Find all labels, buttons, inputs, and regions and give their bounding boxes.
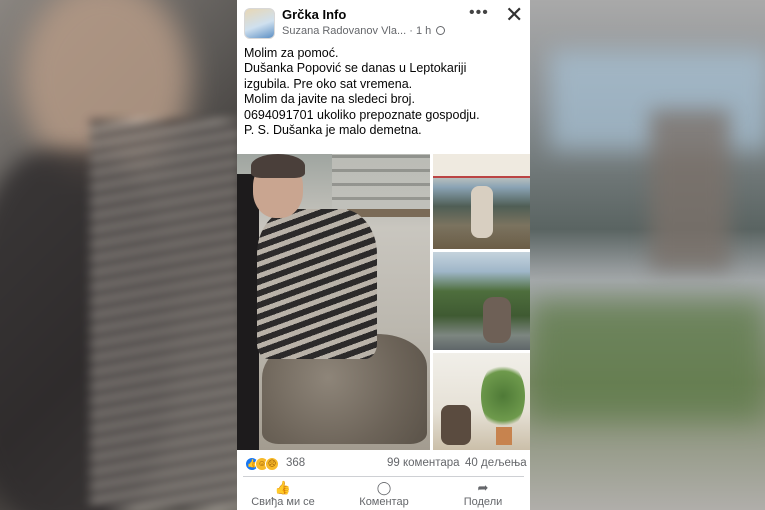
post-text-line: Molim za pomoć. [244, 46, 339, 60]
share-button-label: Подели [463, 496, 503, 508]
page-name[interactable]: Grčka Info [282, 7, 346, 22]
photo-main[interactable] [237, 154, 430, 450]
photo-thumb-1[interactable] [433, 154, 530, 249]
shares-count[interactable]: 40 дељења [465, 457, 527, 469]
close-icon[interactable]: ✕ [505, 2, 523, 28]
blurred-background-right [530, 0, 765, 510]
post-stats: 👍 ☺ ☹ 368 99 коментара 40 дељења [237, 450, 530, 476]
post-text-line: izgubila. Pre oko sat vremena. [244, 76, 413, 91]
comment-button-label: Коментар [359, 496, 409, 508]
post-meta: Suzana Radovanov Vla... · 1 h [282, 25, 472, 37]
thumb-up-icon: 👍 [274, 480, 292, 495]
comment-button[interactable]: ◯ Коментар [344, 480, 424, 508]
post-text-line: 0694091701 ukoliko prepoznate gospodju. [244, 107, 480, 122]
post-text: Molim za pomoć. Dušanka Popović se danas… [244, 46, 527, 138]
blurred-background-left [0, 0, 237, 510]
photo-thumb-3[interactable] [433, 353, 530, 450]
share-button[interactable]: ➦ Подели [443, 480, 523, 508]
reactions-count[interactable]: 368 [286, 457, 305, 469]
post-header: Grčka Info Suzana Radovanov Vla... · 1 h… [237, 0, 530, 40]
author-name[interactable]: Suzana Radovanov Vla... [282, 25, 406, 37]
sad-reaction-icon: ☹ [265, 457, 279, 471]
facebook-post: Grčka Info Suzana Radovanov Vla... · 1 h… [237, 0, 530, 510]
post-text-line: P. S. Dušanka je malo demetna. [244, 123, 422, 138]
photo-thumb-2[interactable] [433, 252, 530, 350]
globe-icon [436, 26, 446, 35]
photo-grid [237, 154, 530, 450]
share-arrow-icon: ➦ [477, 480, 489, 495]
like-button-label: Свиђа ми се [251, 496, 315, 508]
more-icon[interactable]: ••• [469, 4, 489, 22]
post-time[interactable]: 1 h [416, 25, 431, 37]
post-actions: 👍 Свиђа ми се ◯ Коментар ➦ Подели [237, 477, 530, 510]
comments-count[interactable]: 99 коментара [387, 457, 460, 469]
speech-bubble-icon: ◯ [376, 480, 392, 495]
post-text-line: Molim da javite na sledeci broj. [244, 92, 415, 107]
post-text-line: Dušanka Popović se danas u Leptokariji [244, 61, 467, 76]
page-avatar[interactable] [244, 8, 275, 39]
like-button[interactable]: 👍 Свиђа ми се [243, 480, 323, 508]
